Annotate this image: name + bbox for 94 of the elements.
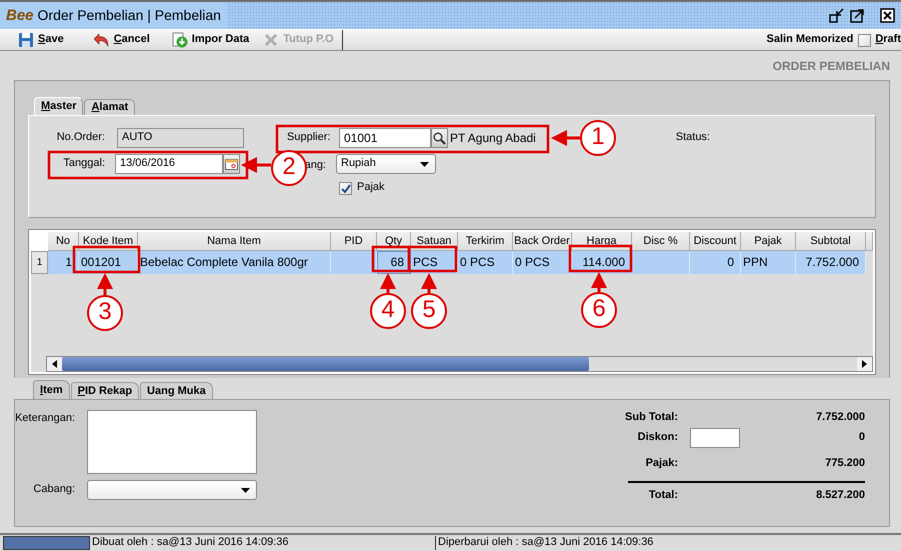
header-filler (866, 232, 873, 251)
checkbox-label: Pajak (357, 181, 385, 195)
row-number: 1 (31, 251, 48, 274)
supplier-name: PT Agung Abadi (449, 130, 536, 146)
status-label: Status: (676, 131, 710, 145)
maximize-icon (850, 8, 865, 23)
search-icon (433, 132, 446, 144)
callout-arrow (551, 130, 580, 146)
supplier-field[interactable]: 01001 (339, 128, 431, 148)
window-title: Order Pembelian | Pembelian (38, 2, 227, 29)
search-button[interactable] (431, 128, 448, 148)
restore-icon (829, 8, 844, 23)
scroll-left-button[interactable] (47, 357, 62, 371)
callout-arrow (97, 273, 113, 295)
column-header[interactable]: Back Order (513, 232, 572, 251)
table-cell: Bebelac Complete Vanila 800gr (138, 251, 331, 274)
import-icon (172, 32, 188, 48)
callout-arrow (241, 157, 271, 173)
table-cell: 68 (377, 251, 411, 274)
tab[interactable]: Alamat (84, 99, 136, 115)
right-arrow-icon (862, 360, 867, 368)
toolbar-button[interactable]: Cancel (90, 30, 154, 50)
status-text: Dibuat oleh : sa@13 Juni 2016 14:09:36 (90, 536, 436, 550)
branch-dropdown[interactable] (87, 480, 257, 500)
column-header[interactable]: Pajak (741, 232, 796, 251)
tax-checkbox[interactable] (339, 182, 352, 194)
page-heading: ORDER PEMBELIAN (772, 59, 890, 73)
table-cell: 0 PCS (458, 251, 513, 274)
total-label: Total: (648, 489, 678, 503)
calendar-button[interactable] (223, 154, 240, 174)
highlight-frame (568, 244, 632, 272)
table-cell: 001201 (79, 251, 138, 274)
tab[interactable]: Uang Muka (140, 382, 213, 399)
total-value: 0 (858, 431, 865, 445)
highlight-frame (372, 246, 410, 272)
field-label: Tanggal: (62, 157, 105, 171)
callout-arrow (591, 272, 607, 292)
column-header[interactable]: No (48, 232, 79, 251)
tab[interactable]: Item (33, 380, 70, 399)
table-cell: 0 PCS (513, 251, 572, 274)
table-cell: 0 (690, 251, 741, 274)
caret-icon (241, 488, 250, 492)
toolbar-button[interactable]: Save (14, 30, 68, 50)
table-row[interactable]: 1 001201 Bebelac Complete Vanila 800gr 68 PCS 0 PCS 0 PCS 114.000 0 PPN 7.752.000 (48, 251, 866, 274)
field-label: Cabang: (32, 483, 76, 497)
memorize-label: Salin Memorized (766, 33, 854, 47)
column-header[interactable]: Disc % (632, 232, 690, 251)
calendar-icon (225, 158, 238, 170)
left-arrow-icon (52, 360, 57, 368)
field-label: Keterangan: (15, 411, 76, 426)
close-button[interactable] (880, 8, 895, 23)
table-cell: 1 (48, 251, 79, 274)
close-icon (880, 8, 895, 23)
discount-field[interactable] (690, 428, 740, 448)
total-label: Diskon: (636, 431, 678, 445)
column-header[interactable]: Terkirim (458, 232, 513, 251)
total-value: 8.527.200 (815, 489, 865, 503)
callout-arrow (380, 273, 396, 293)
table-cell: 7.752.000 (796, 251, 866, 274)
toolbar-button[interactable]: Impor Data (168, 30, 254, 50)
status-text: Diperbarui oleh : sa@13 Juni 2016 14:09:36 (437, 536, 654, 550)
column-header[interactable]: Nama Item (138, 232, 331, 251)
close-x-icon (263, 32, 280, 48)
tab[interactable]: Master (34, 97, 84, 115)
highlight-frame (72, 246, 140, 274)
memorize-checkbox[interactable] (858, 34, 872, 46)
highlight-frame (408, 246, 458, 272)
horizontal-scrollbar[interactable] (46, 356, 873, 372)
draft-option[interactable]: Draft (875, 33, 901, 47)
scrollbar-thumb[interactable] (62, 357, 589, 371)
field-label: Supplier: (287, 131, 332, 145)
maximize-button[interactable] (850, 8, 865, 23)
column-header[interactable]: Subtotal (796, 232, 866, 251)
total-label: Sub Total: (624, 411, 678, 425)
date-field[interactable]: 13/06/2016 (115, 154, 223, 174)
table-cell: PPN (741, 251, 796, 274)
currency-dropdown[interactable]: Rupiah (336, 154, 436, 174)
caret-icon (420, 162, 429, 166)
field-label: No.Order: (56, 131, 105, 145)
checkmark-icon (340, 184, 350, 192)
scroll-right-button[interactable] (857, 357, 872, 371)
total-value: 775.200 (824, 457, 865, 471)
undo-arrow-icon (94, 32, 110, 48)
total-value: 7.752.000 (815, 411, 865, 425)
column-header[interactable]: PID (331, 232, 377, 251)
restore-button[interactable] (829, 8, 844, 23)
notes-textarea[interactable] (87, 410, 257, 474)
column-header[interactable]: Discount (690, 232, 741, 251)
save-icon (18, 32, 34, 48)
header-corner (31, 232, 48, 251)
tab[interactable]: PID Rekap (70, 382, 140, 399)
app-logo: Bee (0, 2, 38, 29)
total-label: Pajak: (644, 457, 678, 471)
callout-arrow (421, 273, 437, 293)
